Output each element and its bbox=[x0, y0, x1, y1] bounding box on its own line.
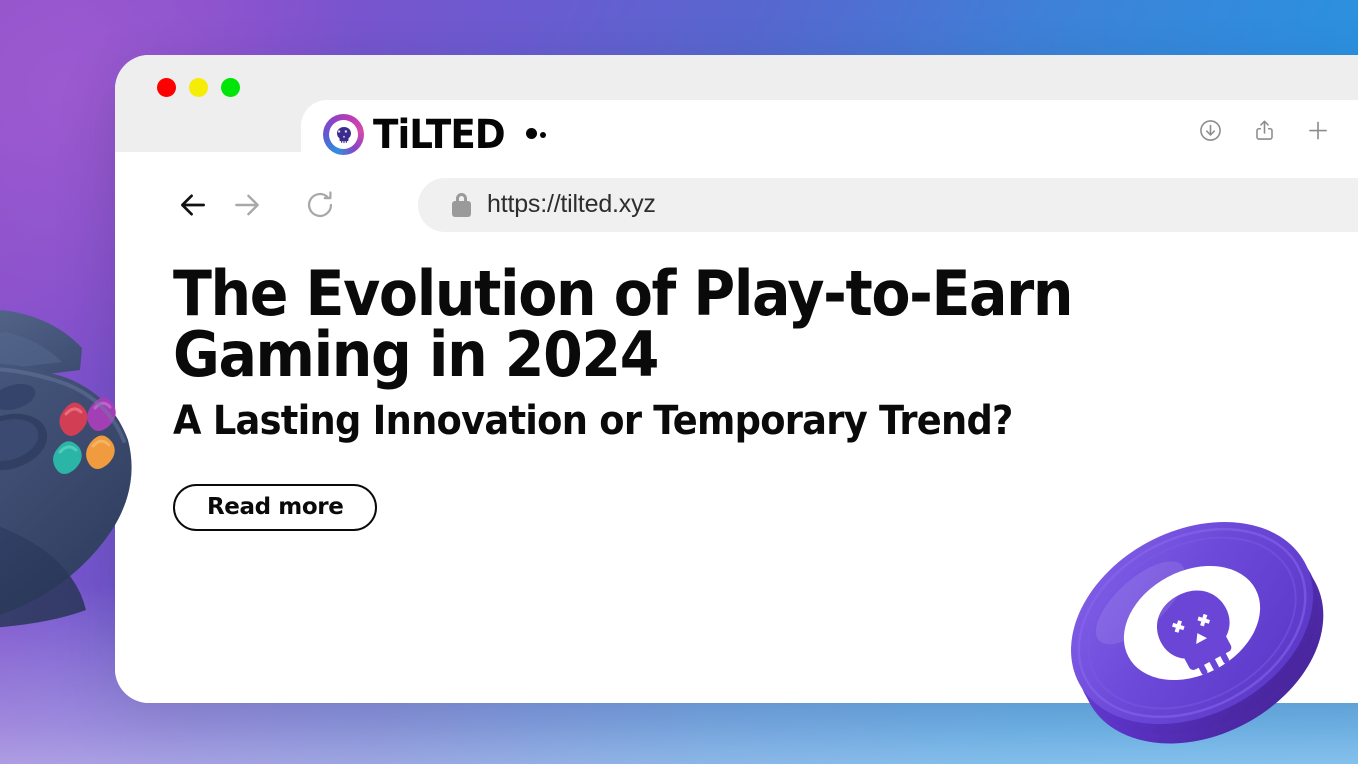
browser-navigation-bar: https://tilted.xyz bbox=[115, 152, 1358, 257]
browser-chrome-top: TiLTED bbox=[115, 55, 1358, 155]
window-maximize-button[interactable] bbox=[221, 78, 240, 97]
back-button[interactable] bbox=[173, 185, 213, 225]
forward-button[interactable] bbox=[227, 185, 267, 225]
brand-dots-icon bbox=[525, 127, 546, 139]
url-text: https://tilted.xyz bbox=[487, 190, 656, 218]
page-subheadline: A Lasting Innovation or Temporary Trend? bbox=[173, 397, 1013, 444]
page-headline: The Evolution of Play-to-Earn Gaming in … bbox=[173, 257, 1074, 392]
window-minimize-button[interactable] bbox=[189, 78, 208, 97]
skull-icon bbox=[323, 114, 364, 155]
lock-icon bbox=[452, 192, 471, 217]
reload-button[interactable] bbox=[300, 185, 340, 225]
window-close-button[interactable] bbox=[157, 78, 176, 97]
read-more-button[interactable]: Read more bbox=[173, 483, 378, 531]
tab-brand: TiLTED bbox=[323, 114, 546, 155]
share-icon[interactable] bbox=[1251, 117, 1277, 143]
download-icon[interactable] bbox=[1197, 117, 1223, 143]
window-tool-icons bbox=[1197, 117, 1358, 143]
page-content: The Evolution of Play-to-Earn Gaming in … bbox=[115, 257, 1358, 703]
window-traffic-lights bbox=[157, 78, 240, 97]
brand-wordmark: TiLTED bbox=[373, 111, 506, 158]
plus-icon[interactable] bbox=[1305, 117, 1331, 143]
screenshot-stage: TiLTED https://tilted.xyz The Evolution … bbox=[0, 0, 1358, 764]
address-bar[interactable]: https://tilted.xyz bbox=[418, 177, 1358, 232]
browser-window: TiLTED https://tilted.xyz The Evolution … bbox=[115, 55, 1358, 703]
